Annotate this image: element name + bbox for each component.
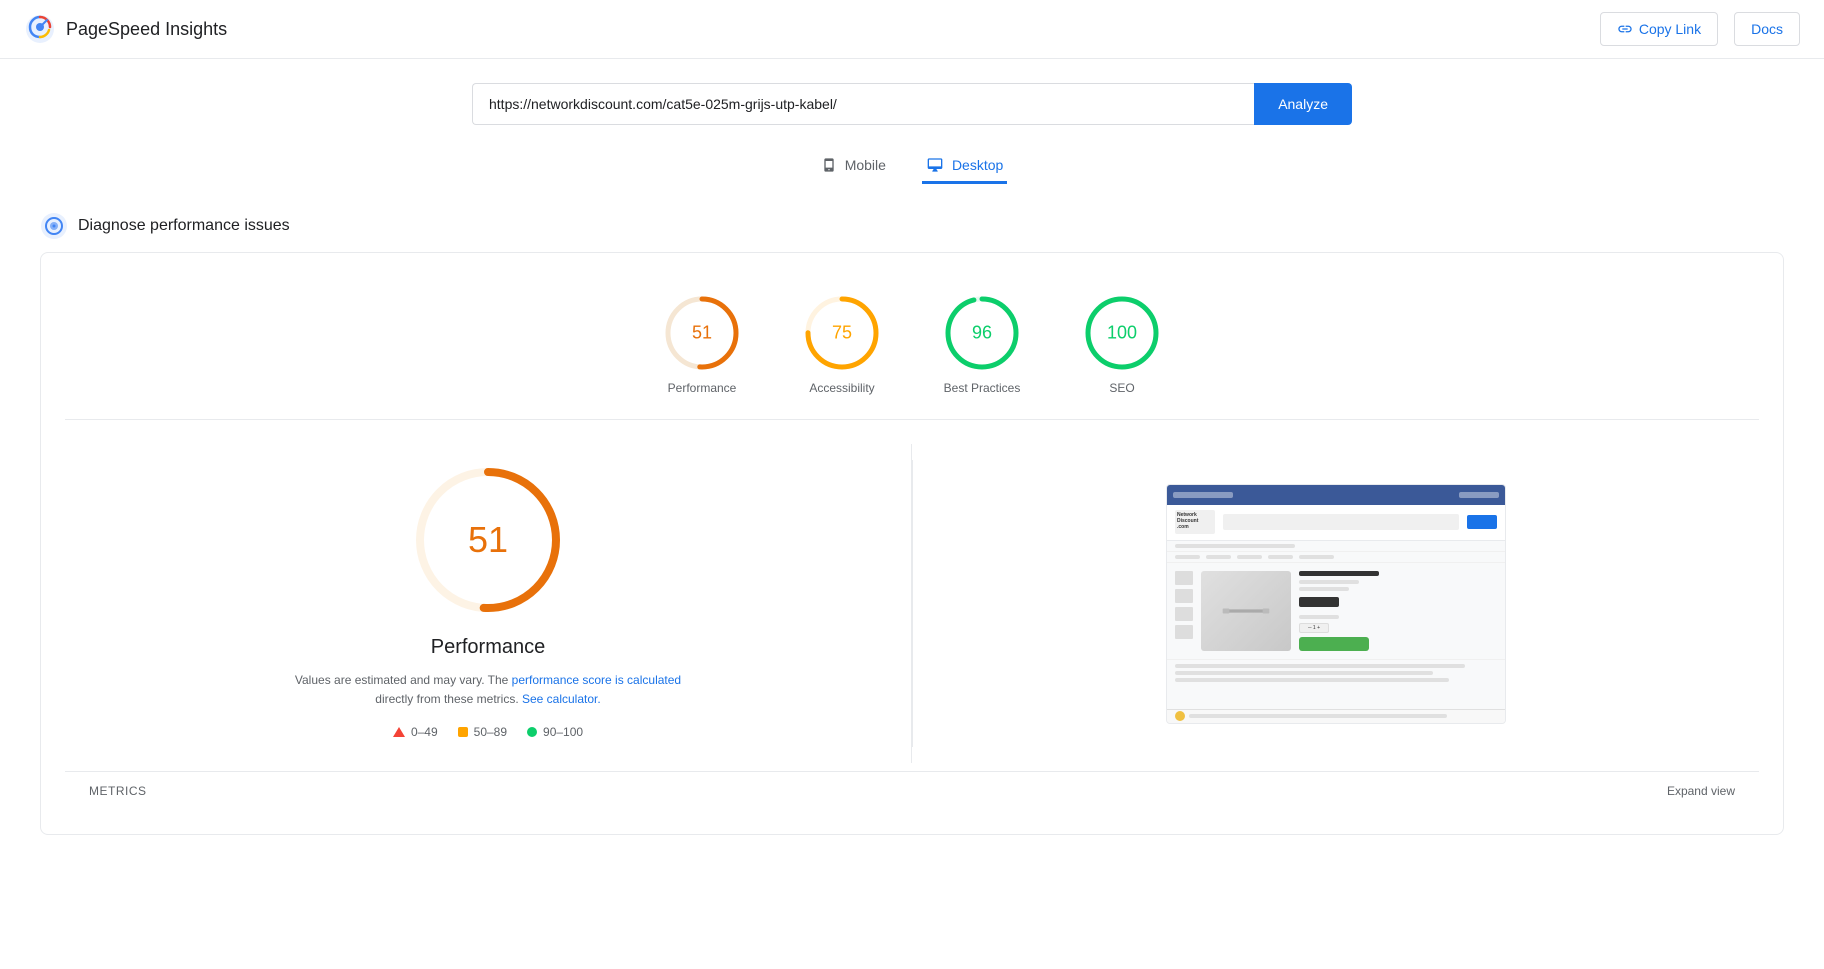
fail-icon [393,727,405,737]
header: PageSpeed Insights Copy Link Docs [0,0,1824,59]
fail-range: 0–49 [411,725,438,739]
seo-circle: 100 [1082,293,1162,373]
fake-site-header-bar [1167,485,1505,505]
url-form: Analyze [472,83,1352,125]
fake-product-image [1201,571,1291,651]
score-item-seo[interactable]: 100 SEO [1082,293,1162,395]
performance-panel: 51 Performance Values are estimated and … [65,444,912,763]
accessibility-score: 75 [832,323,852,344]
header-right: Copy Link Docs [1600,12,1800,46]
desktop-icon [926,157,944,173]
diagnose-icon [40,212,68,240]
legend-average: 50–89 [458,725,507,739]
fake-categories [1167,552,1505,563]
screenshot-panel: NetworkDiscount.com [913,444,1759,763]
pass-range: 90–100 [543,725,583,739]
diagnose-title: Diagnose performance issues [78,217,290,235]
tab-mobile-label: Mobile [845,157,886,173]
fake-footer [1167,709,1505,723]
accessibility-circle: 75 [802,293,882,373]
metrics-footer: METRICS Expand view [65,771,1759,810]
seo-label: SEO [1109,381,1134,395]
score-item-performance[interactable]: 51 Performance [662,293,742,395]
legend-pass: 90–100 [527,725,583,739]
docs-button[interactable]: Docs [1734,12,1800,46]
link-icon [1617,21,1633,37]
fake-product-info: ─ 1 + [1299,571,1497,651]
copy-link-label: Copy Link [1639,21,1701,37]
average-icon [458,727,468,737]
scores-card: 51 Performance 75 Accessibility [40,252,1784,835]
best-practices-circle: 96 [942,293,1022,373]
fake-breadcrumb [1167,541,1505,552]
url-section: Analyze [0,59,1824,141]
score-item-accessibility[interactable]: 75 Accessibility [802,293,882,395]
perf-score-link[interactable]: performance score is calculated [512,673,681,687]
fake-site-nav: NetworkDiscount.com [1167,505,1505,541]
cable-icon [1221,596,1271,626]
legend-row: 0–49 50–89 90–100 [393,725,583,739]
performance-score: 51 [692,323,712,344]
website-screenshot: NetworkDiscount.com [1166,484,1506,724]
tab-desktop[interactable]: Desktop [922,149,1007,184]
url-input[interactable] [472,83,1254,125]
tab-desktop-label: Desktop [952,157,1003,173]
note-middle: directly from these metrics. [375,692,522,706]
diagnose-section: Diagnose performance issues [0,200,1824,252]
fake-price [1299,597,1339,607]
fake-product-area: ─ 1 + [1167,563,1505,659]
seo-score: 100 [1107,323,1137,344]
analyze-button[interactable]: Analyze [1254,83,1352,125]
main-content: 51 Performance Values are estimated and … [65,420,1759,763]
tab-section: Mobile Desktop [0,141,1824,200]
fake-logo: NetworkDiscount.com [1175,510,1215,534]
performance-circle: 51 [662,293,742,373]
pagespeed-logo-icon [24,13,56,45]
header-left: PageSpeed Insights [24,13,227,45]
score-item-best-practices[interactable]: 96 Best Practices [942,293,1022,395]
copy-link-button[interactable]: Copy Link [1600,12,1718,46]
fake-description [1167,659,1505,686]
performance-note: Values are estimated and may vary. The p… [288,671,688,709]
note-text: Values are estimated and may vary. The [295,673,512,687]
fake-thumbnails [1175,571,1193,651]
tab-mobile[interactable]: Mobile [817,149,890,184]
calculator-link[interactable]: See calculator. [522,692,601,706]
analyze-label: Analyze [1278,96,1328,112]
performance-title: Performance [431,636,546,659]
expand-view-label[interactable]: Expand view [1667,784,1735,798]
performance-label: Performance [668,381,737,395]
big-performance-score: 51 [468,519,508,561]
best-practices-label: Best Practices [944,381,1021,395]
big-performance-circle: 51 [408,460,568,620]
metrics-label: METRICS [89,784,147,798]
fake-nav-btn [1467,515,1497,529]
app-title: PageSpeed Insights [66,19,227,40]
scores-row: 51 Performance 75 Accessibility [65,277,1759,420]
docs-label: Docs [1751,21,1783,37]
mobile-icon [821,157,837,173]
fake-add-to-cart [1299,637,1369,651]
pass-icon [527,727,537,737]
average-range: 50–89 [474,725,507,739]
legend-fail: 0–49 [393,725,438,739]
accessibility-label: Accessibility [809,381,874,395]
fake-search [1223,514,1459,530]
best-practices-score: 96 [972,323,992,344]
